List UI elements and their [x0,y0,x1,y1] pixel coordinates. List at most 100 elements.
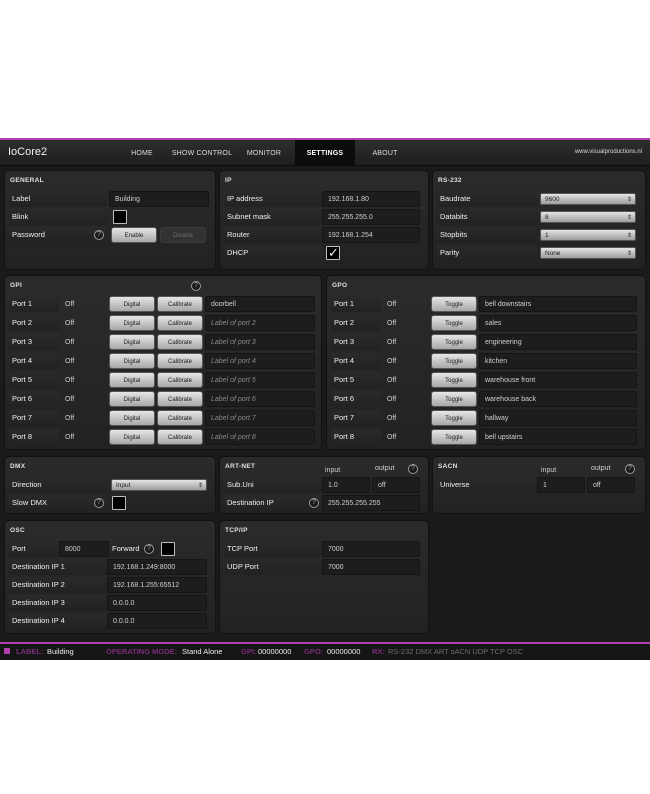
dhcp-checkbox[interactable] [326,245,340,261]
tcpip-panel: TCP/IP TCP Port 7000 UDP Port 7000 [219,520,429,634]
gpo-toggle-button[interactable]: Toggle [431,410,477,426]
website-link[interactable]: www.visualproductions.nl [575,149,642,155]
tab-show-control[interactable]: SHOW CONTROL [170,140,234,166]
parity-select[interactable]: None ⇕ [540,247,636,259]
tcp-port-input[interactable]: 7000 [322,541,420,557]
gpi-port-label-input[interactable]: doorbell [205,296,315,312]
gpi-calibrate-button[interactable]: Calibrate [157,410,203,426]
disable-password-button[interactable]: Disable [160,227,206,243]
tcp-port-label: TCP Port [224,541,322,557]
tab-monitor[interactable]: MONITOR [240,140,288,166]
forward-help-icon[interactable]: ? [144,544,154,554]
gpi-digital-button[interactable]: Digital [109,372,155,388]
tab-home[interactable]: HOME [125,140,159,166]
gpo-toggle-button[interactable]: Toggle [431,372,477,388]
artnet-destination-help-icon[interactable]: ? [309,498,319,508]
select-arrows-icon: ⇕ [197,483,203,489]
label-input[interactable]: Building [109,191,209,207]
gpi-calibrate-button[interactable]: Calibrate [157,296,203,312]
password-help-icon[interactable]: ? [94,230,104,240]
gpo-toggle-button[interactable]: Toggle [431,353,477,369]
status-gpi-value: 00000000 [258,647,292,656]
osc-destination-input[interactable]: 0.0.0.0 [107,613,207,629]
gpo-port-label-input[interactable]: bell downstairs [479,296,637,312]
forward-checkbox[interactable] [161,542,175,556]
gpi-port-label-input[interactable]: Label of port 7 [205,410,315,426]
slow-dmx-checkbox[interactable] [112,496,126,510]
sacn-panel: SACN input output ? Universe 1 off [432,456,646,514]
gpo-toggle-button[interactable]: Toggle [431,391,477,407]
status-label-value: Building [47,647,74,656]
ip-address-input[interactable]: 192.168.1.80 [322,191,420,207]
tab-about[interactable]: ABOUT [362,140,408,166]
gpi-digital-button[interactable]: Digital [109,353,155,369]
gpo-port-label-input[interactable]: sales [479,315,637,331]
direction-select[interactable]: Input ⇕ [111,479,207,491]
osc-port-input[interactable]: 8000 [59,541,109,557]
gpi-digital-button[interactable]: Digital [109,391,155,407]
gpi-digital-button[interactable]: Digital [109,315,155,331]
enable-password-button[interactable]: Enable [111,227,157,243]
gpi-calibrate-button[interactable]: Calibrate [157,391,203,407]
gpi-port-label-input[interactable]: Label of port 6 [205,391,315,407]
gpi-digital-button[interactable]: Digital [109,296,155,312]
artnet-destination-input[interactable]: 255.255.255.255 [322,495,420,511]
gpi-port-label-input[interactable]: Label of port 8 [205,429,315,445]
gpi-port-label-input[interactable]: Label of port 2 [205,315,315,331]
dmx-panel: DMX Direction Input ⇕ Slow DMX ? [4,456,216,514]
status-gpo-value: 00000000 [327,647,361,656]
router-input[interactable]: 192.168.1.254 [322,227,420,243]
gpi-port-label-input[interactable]: Label of port 4 [205,353,315,369]
gpi-calibrate-button[interactable]: Calibrate [157,372,203,388]
gpi-calibrate-button[interactable]: Calibrate [157,353,203,369]
gpo-toggle-button[interactable]: Toggle [431,315,477,331]
baudrate-select[interactable]: 9600 ⇕ [540,193,636,205]
subuni-label: Sub.Uni [224,477,322,493]
tab-settings[interactable]: SETTINGS [295,140,355,166]
universe-input[interactable]: 1 [537,477,585,493]
osc-destination-input[interactable]: 0.0.0.0 [107,595,207,611]
osc-destination-input[interactable]: 192.168.1.249:8000 [107,559,207,575]
app-title: IoCore2 [8,146,48,158]
gpo-port-label-input[interactable]: engineering [479,334,637,350]
sacn-help-icon[interactable]: ? [625,464,635,474]
artnet-help-icon[interactable]: ? [408,464,418,474]
gpi-digital-button[interactable]: Digital [109,334,155,350]
gpo-port-state: Off [387,434,397,441]
select-arrows-icon: ⇕ [626,215,632,221]
gpi-port-label-input[interactable]: Label of port 5 [205,372,315,388]
gpo-port-label-input[interactable]: hallway [479,410,637,426]
gpo-port-label-input[interactable]: warehouse front [479,372,637,388]
gpo-port-state: Off [387,301,397,308]
gpi-port-label-input[interactable]: Label of port 3 [205,334,315,350]
gpo-port-label-input[interactable]: bell upstairs [479,429,637,445]
subuni-output[interactable]: off [372,477,420,493]
gpo-toggle-button[interactable]: Toggle [431,429,477,445]
status-bar: LABEL: Building OPERATING MODE: Stand Al… [0,642,650,660]
gpo-toggle-button[interactable]: Toggle [431,296,477,312]
udp-port-input[interactable]: 7000 [322,559,420,575]
gpi-port-state: Off [65,320,75,327]
gpo-port-label-input[interactable]: kitchen [479,353,637,369]
gpo-port-label: Port 5 [331,372,381,388]
gpi-digital-button[interactable]: Digital [109,410,155,426]
stopbits-select[interactable]: 1 ⇕ [540,229,636,241]
gpi-calibrate-button[interactable]: Calibrate [157,334,203,350]
universe-output[interactable]: off [587,477,635,493]
gpi-calibrate-button[interactable]: Calibrate [157,429,203,445]
databits-label: Databits [437,209,537,225]
subnet-mask-input[interactable]: 255.255.255.0 [322,209,420,225]
subuni-input[interactable]: 1.0 [322,477,370,493]
blink-checkbox[interactable] [113,210,127,224]
gpi-help-icon[interactable]: ? [191,281,201,291]
dhcp-label: DHCP [224,245,322,261]
gpi-digital-button[interactable]: Digital [109,429,155,445]
gpo-port-label-input[interactable]: warehouse back [479,391,637,407]
slow-dmx-help-icon[interactable]: ? [94,498,104,508]
stopbits-label: Stopbits [437,227,537,243]
databits-select[interactable]: 8 ⇕ [540,211,636,223]
ip-address-label: IP address [224,191,322,207]
gpo-toggle-button[interactable]: Toggle [431,334,477,350]
osc-destination-input[interactable]: 192.168.1.255:65512 [107,577,207,593]
gpi-calibrate-button[interactable]: Calibrate [157,315,203,331]
